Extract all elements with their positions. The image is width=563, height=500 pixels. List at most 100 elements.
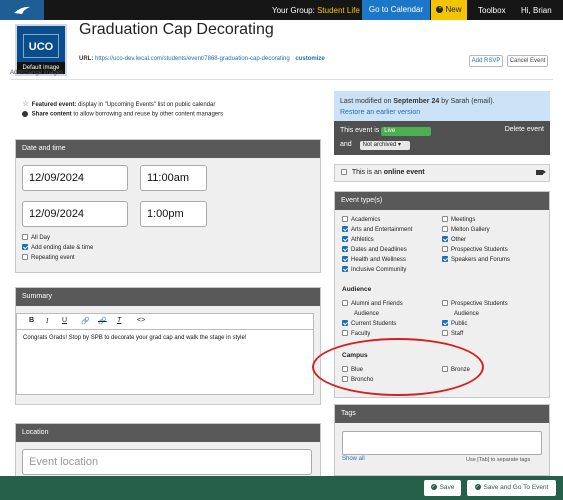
clear-format-icon[interactable]: T	[117, 317, 121, 324]
checkbox[interactable]	[342, 226, 348, 233]
checkbox[interactable]	[442, 320, 448, 327]
event-url-link[interactable]: https://uco-dev.lwcal.com/students/event…	[95, 56, 290, 62]
checkbox[interactable]	[442, 236, 448, 243]
home-logo-button[interactable]	[0, 0, 44, 20]
check-icon: ✓	[474, 484, 481, 491]
checkbox[interactable]	[342, 266, 348, 273]
online-event-row[interactable]: This is an online event	[334, 164, 550, 182]
checkbox-option[interactable]: Inclusive Community	[342, 266, 412, 276]
audience-col1: Alumni and Friends Audience Current Studen…	[342, 300, 403, 340]
checkbox[interactable]	[342, 246, 348, 253]
toolbox-menu[interactable]: Toolbox	[478, 6, 506, 15]
modified-email[interactable]: (email).	[471, 98, 494, 105]
checkbox[interactable]	[442, 226, 448, 233]
location-input[interactable]: Event location	[22, 449, 312, 475]
code-view-icon[interactable]: <>	[137, 317, 145, 324]
archive-status-select[interactable]: Not archived ▾	[359, 141, 410, 150]
event-types-col2: Meetings Melton Gallery Other Prospective S…	[442, 216, 510, 266]
checkbox-option[interactable]: Melton Gallery	[442, 226, 510, 236]
tags-input[interactable]	[342, 431, 542, 455]
delete-event-button[interactable]: Delete event	[505, 126, 544, 133]
checkbox[interactable]	[342, 236, 348, 243]
checkbox[interactable]	[342, 216, 348, 223]
checkbox-option[interactable]: Prospective Students	[442, 246, 510, 256]
checkbox-label: Academics	[351, 217, 381, 223]
checkbox[interactable]	[22, 244, 28, 251]
featured-event-option[interactable]: ☆ Featured event: display in "Upcoming E…	[22, 99, 215, 108]
italic-button[interactable]: I	[46, 317, 48, 325]
star-icon[interactable]: ☆	[22, 99, 30, 108]
online-event-checkbox[interactable]	[341, 169, 347, 176]
checkbox[interactable]	[342, 320, 348, 327]
live-status-select[interactable]: Live	[381, 127, 432, 136]
checkbox[interactable]	[442, 300, 448, 307]
add-change-images-link[interactable]: Add/change images	[10, 70, 63, 76]
checkbox-option[interactable]: Repeating event	[22, 254, 93, 264]
checkbox[interactable]	[442, 246, 448, 253]
event-types-heading: Event type(s)	[335, 192, 549, 210]
modified-user: Sarah	[450, 98, 470, 105]
end-time-field[interactable]: 1:00pm	[140, 201, 207, 227]
audience-heading: Audience	[342, 286, 372, 293]
customize-url-link[interactable]: customize	[295, 56, 324, 62]
checkbox-option[interactable]: Meetings	[442, 216, 510, 226]
status-panel: This event is Live Delete event and Not …	[334, 121, 550, 155]
checkbox-option[interactable]: Current Students	[342, 320, 403, 330]
checkbox-option[interactable]: Academics	[342, 216, 412, 226]
event-title[interactable]: Graduation Cap Decorating	[79, 21, 274, 39]
save-button[interactable]: ✓ Save	[424, 480, 461, 496]
start-time-field[interactable]: 11:00am	[140, 165, 207, 191]
checkbox-option[interactable]: Other	[442, 236, 510, 246]
checkbox[interactable]	[442, 330, 448, 337]
new-button[interactable]: + New	[431, 0, 467, 20]
checkbox[interactable]	[442, 216, 448, 223]
share-content-option[interactable]: Share content to allow borrowing and reu…	[22, 111, 223, 118]
event-url-row: URL: https://uco-dev.lwcal.com/students/…	[79, 56, 325, 62]
checkbox-option[interactable]: Alumni and Friends	[342, 300, 403, 310]
restore-version-link[interactable]: Restore an earlier version	[340, 107, 544, 118]
cancel-event-button[interactable]: Cancel Event	[507, 55, 548, 67]
checkbox[interactable]	[442, 256, 448, 263]
checkbox-option[interactable]: Health and Wellness	[342, 256, 412, 266]
video-camera-icon	[536, 170, 546, 175]
start-date-field[interactable]: 12/09/2024	[22, 165, 128, 191]
checkbox-option[interactable]: All Day	[22, 234, 93, 244]
checkbox-label: Faculty	[351, 331, 371, 337]
underline-button[interactable]: U	[62, 317, 67, 324]
featured-label: Featured event:	[31, 102, 77, 108]
checkbox-option[interactable]: Athletics	[342, 236, 412, 246]
event-types-col1: Academics Arts and Entertainment Athletics…	[342, 216, 412, 276]
checkbox-option[interactable]: Add ending date & time	[22, 244, 93, 254]
checkbox[interactable]	[342, 256, 348, 263]
checkbox-label: Staff	[451, 331, 464, 337]
share-icon[interactable]	[22, 111, 28, 117]
checkbox-label: Add ending date & time	[31, 245, 94, 251]
save-and-go-button[interactable]: ✓ Save and Go To Event	[467, 480, 556, 496]
checkbox-option[interactable]: Arts and Entertainment	[342, 226, 412, 236]
link-icon[interactable]: 🔗	[81, 317, 90, 325]
go-to-calendar-button[interactable]: Go to Calendar	[362, 0, 430, 20]
checkbox[interactable]	[342, 330, 348, 337]
group-selector[interactable]: Your Group: Student Life	[272, 6, 360, 15]
event-image-thumbnail[interactable]: UCO Default image	[15, 24, 67, 76]
url-label: URL:	[79, 56, 94, 62]
user-menu[interactable]: Hi, Brian	[521, 6, 552, 15]
tags-heading: Tags	[335, 405, 549, 423]
checkbox-option[interactable]: Public	[442, 320, 508, 330]
checkbox-option[interactable]: Prospective Students	[442, 300, 508, 310]
save-label: Save	[439, 484, 455, 491]
checkbox-option[interactable]: Speakers and Forums	[442, 256, 510, 266]
checkbox-option[interactable]: Staff	[442, 330, 508, 340]
checkbox-option[interactable]: Dates and Deadlines	[342, 246, 412, 256]
summary-editor[interactable]: Congrats Grads! Stop by SPB to decorate …	[16, 329, 314, 395]
checkbox[interactable]	[22, 234, 28, 241]
checkbox-label: Current Students	[351, 321, 397, 327]
unlink-icon[interactable]: 🔗	[98, 317, 107, 325]
checkbox[interactable]	[22, 254, 28, 261]
checkbox[interactable]	[342, 300, 348, 307]
group-name: Student Life	[317, 6, 360, 15]
add-rsvp-button[interactable]: Add RSVP	[469, 55, 503, 67]
end-date-field[interactable]: 12/09/2024	[22, 201, 128, 227]
bold-button[interactable]: B	[29, 317, 34, 324]
show-all-tags-link[interactable]: Show all	[342, 456, 365, 462]
